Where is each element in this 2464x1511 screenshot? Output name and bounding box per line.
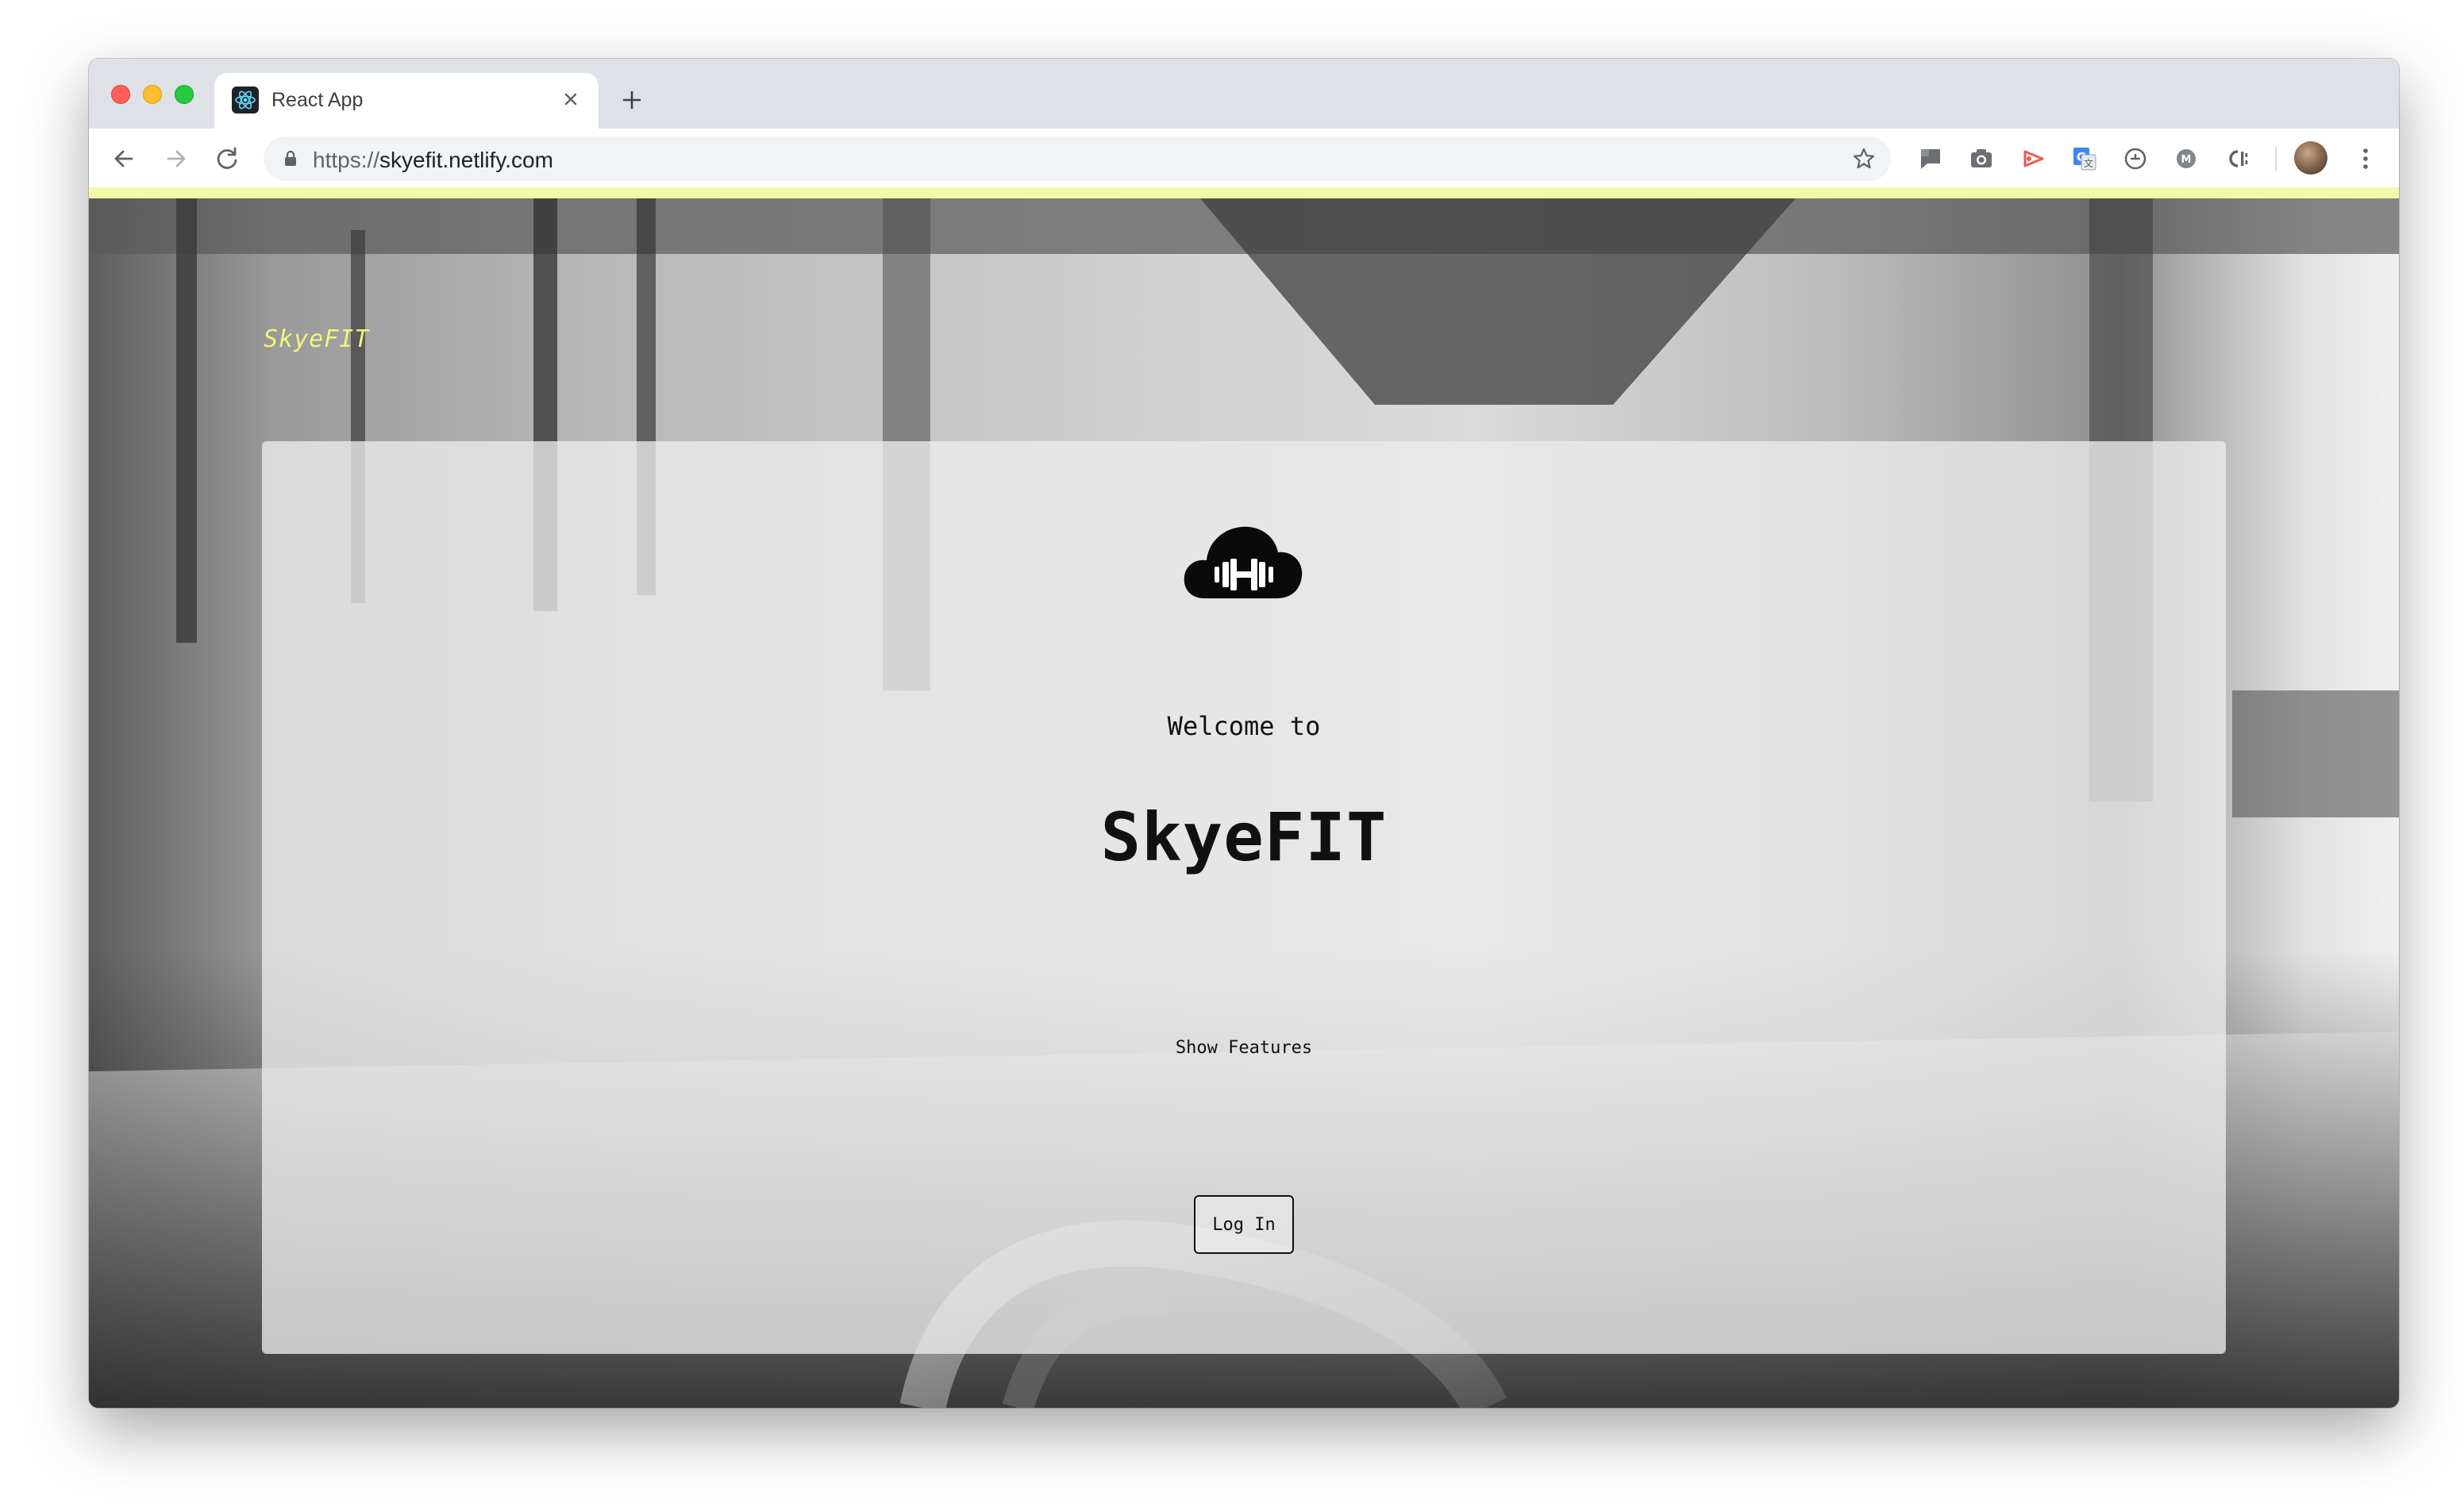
svg-text:M: M [2181, 154, 2192, 166]
translate-icon[interactable]: G 文 [2070, 144, 2099, 173]
browser-toolbar: https://skyefit.netlify.com 文 M [89, 129, 2399, 189]
url-scheme: https:// [313, 148, 380, 172]
profile-avatar[interactable] [2294, 141, 2327, 175]
video-icon[interactable] [2019, 144, 2048, 173]
page-top-highlight [89, 187, 2399, 198]
cloud-dumbbell-icon [1181, 521, 1305, 602]
show-features-link[interactable]: Show Features [262, 1038, 2226, 1058]
nav-brand-logo[interactable]: SkyeFIT [264, 325, 369, 353]
page-title: SkyeFIT [1100, 798, 1388, 876]
m-circle-icon[interactable]: M [2172, 144, 2200, 173]
camera-icon[interactable] [1967, 144, 1996, 173]
svg-text:文: 文 [2084, 157, 2093, 169]
clock-icon[interactable] [2121, 144, 2150, 173]
tab-strip: React App [89, 59, 2399, 129]
comment-icon[interactable] [1916, 144, 1945, 173]
welcome-text: Welcome to [1167, 711, 1321, 741]
cl-icon[interactable] [2224, 144, 2253, 173]
tab-close-icon[interactable] [557, 86, 584, 113]
bookmark-star-icon[interactable] [1851, 146, 1877, 171]
maximize-window-button[interactable] [175, 85, 194, 104]
lock-icon[interactable] [281, 149, 300, 168]
browser-window: React App https://skyefit.netlify.com 文 … [89, 59, 2399, 1408]
more-menu-icon[interactable] [2350, 143, 2381, 175]
forward-arrow-icon[interactable] [160, 143, 192, 175]
tab-title: React App [271, 89, 364, 111]
welcome-card: Welcome to SkyeFIT Show Features Log In [262, 441, 2226, 1354]
login-button[interactable]: Log In [1194, 1195, 1294, 1254]
minimize-window-button[interactable] [143, 85, 162, 104]
page-viewport: SkyeFIT Welcome to SkyeFIT Show Features… [89, 198, 2399, 1408]
show-features-label[interactable]: Show Features [1168, 1033, 1320, 1063]
close-window-button[interactable] [111, 85, 130, 104]
url-text: https://skyefit.netlify.com [313, 148, 553, 173]
url-host: skyefit.netlify.com [379, 148, 553, 172]
react-logo-icon [232, 87, 259, 113]
address-bar[interactable]: https://skyefit.netlify.com [264, 136, 1891, 181]
plus-icon[interactable] [618, 86, 646, 114]
back-arrow-icon[interactable] [108, 143, 140, 175]
toolbar-divider [2275, 146, 2277, 171]
reload-icon[interactable] [211, 143, 243, 175]
tab-react-app[interactable]: React App [214, 73, 599, 129]
